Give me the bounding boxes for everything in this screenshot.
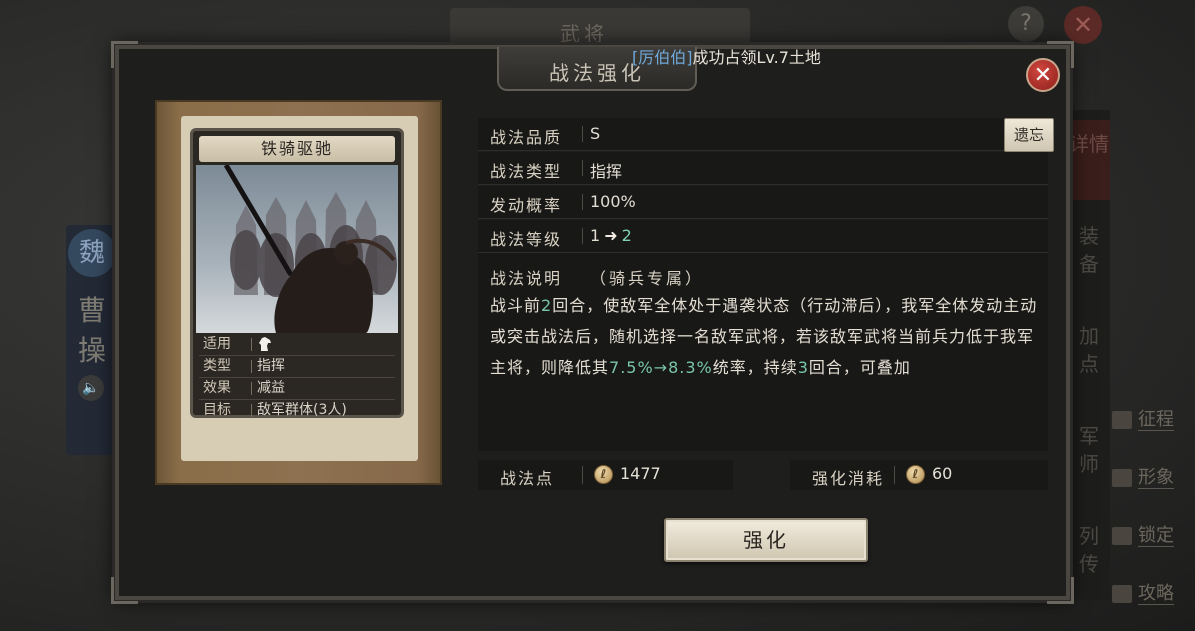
figure-icon [1112,469,1132,487]
tactic-description: 战法说明 （骑兵专属） 战斗前2回合，使敌军全体处于遇袭状态（行动滞后），我军全… [478,253,1048,451]
general-banner: 魏 曹 操 🔈 [66,225,118,455]
side-button-guide[interactable]: 攻略 [1112,576,1195,612]
frame-corner [111,41,138,68]
enhance-button[interactable]: 强化 [664,518,868,562]
info-row-quality: 战法品质 S [478,118,1048,151]
attr-key: 类型 [203,358,231,374]
attr-row-type: 类型 指挥 [199,356,395,378]
desc-part: 统率，持续 [712,358,798,377]
divider [251,404,252,417]
notification-player[interactable]: [厉伯伯] [632,48,693,67]
tactic-info-table: 战法品质 S 战法类型 指挥 发动概率 100% 战法等级 1 ➜ 2 [478,118,1048,254]
tab-details[interactable]: 详情 [1068,120,1110,200]
voice-icon[interactable]: 🔈 [78,375,104,401]
tab-add-points[interactable]: 加点 [1068,322,1110,378]
tactic-points: 战法点 ℓ 1477 [478,460,733,490]
cavalry-horse-icon [259,337,271,351]
server-notification: [厉伯伯]成功占领Lv.7土地 [632,44,821,68]
attr-value: 指挥 [257,358,285,374]
description-text: 战斗前2回合，使敌军全体处于遇袭状态（行动滞后），我军全体发动主动或突击战法后，… [490,290,1042,383]
divider [251,338,252,351]
desc-part: 战斗前 [490,296,542,315]
level-current: 1 [590,226,601,245]
info-row-type: 战法类型 指挥 [478,152,1048,185]
info-value: S [590,124,601,143]
info-row-level: 战法等级 1 ➜ 2 [478,220,1048,253]
tactic-point-coin-icon: ℓ [594,465,613,484]
background-title: 武将 [560,22,608,46]
forget-button[interactable]: 遗忘 [1004,118,1054,152]
info-value: 指挥 [590,162,623,181]
attr-value: 敌军群体(3人) [257,402,347,418]
enhance-cost: 强化消耗 ℓ 60 [790,460,1048,490]
side-button-appearance[interactable]: 形象 [1112,460,1195,496]
info-label: 发动概率 [490,196,563,215]
lock-icon [1112,527,1132,545]
frame-corner [111,577,138,604]
divider [894,466,895,484]
side-button-label: 锁定 [1138,525,1174,547]
background-tab-bar: 详情 装备 加点 军师 列传 [1068,110,1110,600]
description-tag: （骑兵专属） [590,269,705,288]
notification-message: 成功占领Lv.7土地 [692,48,821,67]
attr-key: 适用 [203,336,231,352]
info-row-rate: 发动概率 100% [478,186,1048,219]
side-button-label: 形象 [1138,467,1174,489]
close-icon[interactable]: ✕ [1026,58,1060,92]
cost-value: 60 [932,464,953,483]
frame-corner [1047,577,1074,604]
tactic-artwork [196,165,398,333]
attr-key: 效果 [203,380,231,396]
tab-equipment[interactable]: 装备 [1068,222,1110,278]
info-value: 100% [590,192,636,211]
side-button-label: 攻略 [1138,583,1174,605]
divider [582,194,583,210]
info-value: 1 ➜ 2 [590,226,632,245]
cavalry-charge-illustration [196,165,398,333]
tab-advisor[interactable]: 军师 [1068,422,1110,478]
tactic-attributes: 适用 类型 指挥 效果 减益 目标 敌军群体(3人) [199,334,395,421]
desc-highlight: 3 [797,358,809,377]
background-close-icon[interactable]: ✕ [1064,6,1102,44]
level-next: 2 [621,226,632,245]
tactic-name: 铁骑驱驰 [199,136,395,162]
desc-part: 回合，可叠加 [808,358,911,377]
side-button-lock[interactable]: 锁定 [1112,518,1195,554]
desc-highlight: 7.5%→8.3% [609,358,713,377]
desc-highlight: 2 [541,296,553,315]
attr-row-applies: 适用 [199,334,395,356]
faction-badge: 魏 [68,229,116,277]
side-button-label: 征程 [1138,409,1174,431]
cost-bar: 战法点 ℓ 1477 强化消耗 ℓ 60 [478,460,1048,490]
flag-icon [1112,411,1132,429]
help-icon[interactable]: ? [1008,6,1044,42]
info-label: 战法品质 [490,128,563,147]
points-value: 1477 [620,464,661,483]
tactic-card: 铁骑驱驰 适用 类型 指挥 效果 减益 目标 敌军群体(3人) [190,128,404,418]
divider [582,160,583,176]
info-label: 战法等级 [490,230,563,249]
points-label: 战法点 [500,469,555,488]
divider [582,126,583,142]
divider [582,466,583,484]
info-label: 战法类型 [490,162,563,181]
general-name-char1: 曹 [77,294,106,327]
guide-icon [1112,585,1132,603]
attr-key: 目标 [203,402,231,418]
description-title: 战法说明 [490,269,563,288]
tab-biography[interactable]: 列传 [1068,522,1110,578]
general-name-char2: 操 [77,334,106,367]
attr-row-effect: 效果 减益 [199,378,395,400]
attr-value: 减益 [257,380,285,396]
divider [251,360,252,373]
attr-row-target: 目标 敌军群体(3人) [199,400,395,421]
arrow-right-icon: ➜ [604,226,618,245]
divider [582,228,583,244]
tactic-point-coin-icon: ℓ [906,465,925,484]
side-button-journey[interactable]: 征程 [1112,402,1195,438]
cost-label: 强化消耗 [812,469,885,488]
attr-value [257,334,273,357]
divider [251,382,252,395]
